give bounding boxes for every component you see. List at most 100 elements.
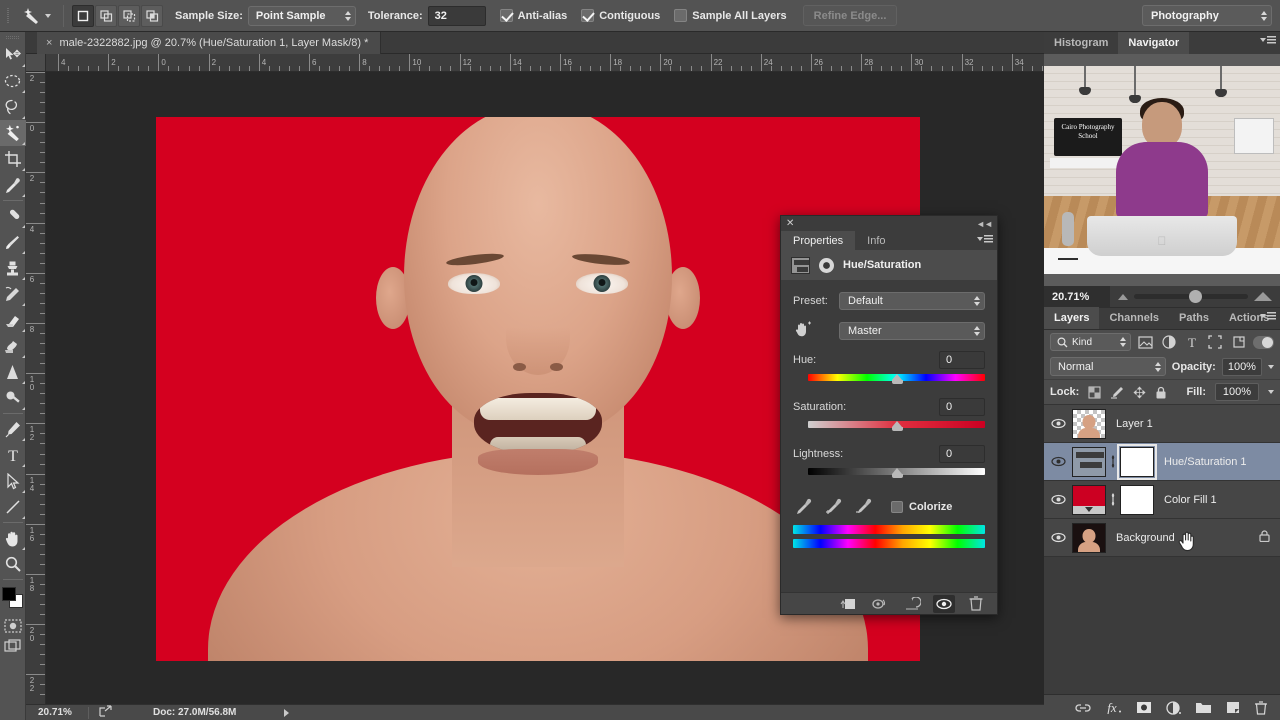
ruler-corner[interactable]	[26, 54, 46, 72]
hue-value-input[interactable]: 0	[939, 351, 985, 369]
layer-thumbnail[interactable]	[1072, 446, 1106, 477]
lock-image-icon[interactable]	[1110, 386, 1124, 399]
close-icon[interactable]: ×	[46, 37, 52, 49]
table-row[interactable]: Color Fill 1	[1044, 481, 1280, 519]
type-tool[interactable]: T	[0, 442, 26, 468]
status-zoom-level[interactable]: 20.71%	[26, 707, 88, 718]
layer-thumbnail[interactable]	[1072, 522, 1106, 553]
colorize-checkbox[interactable]: Colorize	[891, 500, 952, 513]
lasso-tool[interactable]	[0, 94, 26, 120]
collapse-icon[interactable]: ◄◄	[976, 219, 993, 229]
layer-visibility-toggle[interactable]	[1044, 494, 1072, 505]
reset-icon[interactable]	[901, 595, 923, 613]
document-tab[interactable]: × male-2322882.jpg @ 20.7% (Hue/Saturati…	[37, 32, 382, 54]
layer-mask-link-icon[interactable]	[1106, 455, 1120, 468]
history-brush-tool[interactable]	[0, 281, 26, 307]
path-selection-tool[interactable]	[0, 468, 26, 494]
layer-visibility-toggle[interactable]	[1044, 532, 1072, 543]
eyedropper-tool[interactable]	[0, 172, 26, 198]
shape-filter-icon[interactable]	[1206, 333, 1224, 352]
tab-paths[interactable]: Paths	[1169, 307, 1219, 329]
layer-mask-thumbnail[interactable]	[1120, 484, 1154, 515]
horizontal-ruler[interactable]: 4 2 0 2 4 6 8 10 12 14 16 18 20 22 24 26 28 30 32 34	[46, 54, 1044, 72]
delete-icon[interactable]	[965, 595, 987, 613]
lock-all-icon[interactable]	[1155, 386, 1167, 399]
panel-menu-icon[interactable]	[977, 235, 993, 243]
preset-select[interactable]: Default	[839, 292, 985, 310]
zoom-slider-track[interactable]	[1134, 290, 1248, 303]
subtract-from-selection-button[interactable]	[118, 4, 140, 27]
toggle-clip-icon[interactable]	[869, 595, 891, 613]
line-tool[interactable]	[0, 494, 26, 520]
share-icon[interactable]	[99, 705, 113, 720]
delete-layer-icon[interactable]	[1254, 700, 1268, 715]
new-selection-button[interactable]	[72, 4, 94, 27]
layer-thumbnail[interactable]	[1072, 484, 1106, 515]
navigator-preview[interactable]: Cairo Photography School 	[1044, 54, 1280, 286]
color-spectrum-bar-bottom[interactable]	[793, 539, 985, 548]
hue-slider-knob[interactable]	[891, 371, 903, 384]
tolerance-input[interactable]: 32	[427, 5, 486, 26]
lightness-value-input[interactable]: 0	[939, 445, 985, 463]
contiguous-checkbox[interactable]: Contiguous	[581, 9, 660, 22]
preview-eye-icon[interactable]	[933, 594, 955, 613]
layer-visibility-toggle[interactable]	[1044, 418, 1072, 429]
table-row[interactable]: Hue/Saturation 1	[1044, 443, 1280, 481]
navigator-zoom-slider[interactable]	[1110, 290, 1280, 303]
properties-panel-titlebar[interactable]: ✕ ◄◄	[781, 216, 997, 231]
zoom-in-icon[interactable]	[1254, 292, 1272, 301]
foreground-color-swatch[interactable]	[1, 587, 16, 601]
layer-thumbnail[interactable]	[1072, 408, 1106, 439]
lightness-track-wrap[interactable]	[793, 465, 985, 479]
clip-to-layer-icon[interactable]	[837, 595, 859, 613]
channel-select[interactable]: Master	[839, 321, 985, 340]
workspace-select[interactable]: Photography	[1142, 5, 1272, 26]
zoom-out-icon[interactable]	[1118, 293, 1128, 300]
blend-mode-select[interactable]: Normal	[1050, 357, 1166, 376]
lock-position-icon[interactable]	[1133, 385, 1146, 399]
tab-layers[interactable]: Layers	[1044, 307, 1100, 329]
expand-arrow-icon[interactable]	[284, 708, 290, 717]
eyedropper-subtract-icon[interactable]	[855, 498, 872, 515]
blur-tool[interactable]	[0, 359, 26, 385]
fill-value-input[interactable]: 100%	[1215, 383, 1259, 401]
layer-name[interactable]: Background	[1116, 532, 1259, 544]
tool-preset-picker[interactable]	[16, 6, 57, 26]
fill-dropdown-icon[interactable]	[1268, 390, 1274, 394]
layer-style-fx-icon[interactable]: fx	[1105, 701, 1122, 714]
saturation-value-input[interactable]: 0	[939, 398, 985, 416]
on-image-adjustment-tool[interactable]	[793, 320, 839, 341]
layer-name[interactable]: Hue/Saturation 1	[1164, 456, 1280, 468]
zoom-slider-knob[interactable]	[1188, 290, 1202, 303]
pen-tool[interactable]	[0, 416, 26, 442]
move-tool[interactable]	[0, 42, 26, 68]
vertical-ruler[interactable]: 20246810121416182022	[26, 72, 46, 704]
tab-channels[interactable]: Channels	[1099, 307, 1169, 329]
eyedropper-add-icon[interactable]	[825, 498, 842, 515]
new-adjustment-icon[interactable]	[1166, 700, 1181, 715]
intersect-with-selection-button[interactable]	[141, 4, 163, 27]
quick-mask-toggle[interactable]	[3, 617, 23, 635]
layer-name[interactable]: Layer 1	[1116, 418, 1280, 430]
layer-name[interactable]: Color Fill 1	[1164, 494, 1280, 506]
pixel-filter-icon[interactable]	[1136, 333, 1154, 352]
table-row[interactable]: Background	[1044, 519, 1280, 557]
hue-track-wrap[interactable]	[793, 371, 985, 385]
tab-properties[interactable]: Properties	[781, 231, 856, 250]
healing-brush-tool[interactable]	[0, 203, 26, 229]
tab-info[interactable]: Info	[855, 231, 898, 250]
close-icon[interactable]: ✕	[786, 218, 794, 229]
zoom-tool[interactable]	[0, 551, 26, 577]
add-mask-icon[interactable]	[1136, 701, 1152, 714]
hand-tool[interactable]	[0, 525, 26, 551]
dodge-tool[interactable]	[0, 385, 26, 411]
clone-stamp-tool[interactable]	[0, 255, 26, 281]
layer-mask-thumbnail[interactable]	[1117, 443, 1157, 480]
color-swatches[interactable]	[0, 585, 26, 613]
new-group-icon[interactable]	[1195, 701, 1212, 714]
eraser-tool[interactable]	[0, 307, 26, 333]
eyedropper-icon[interactable]	[795, 498, 812, 515]
tab-navigator[interactable]: Navigator	[1118, 32, 1190, 54]
type-filter-icon[interactable]: T	[1183, 333, 1201, 352]
new-layer-icon[interactable]	[1226, 701, 1240, 714]
